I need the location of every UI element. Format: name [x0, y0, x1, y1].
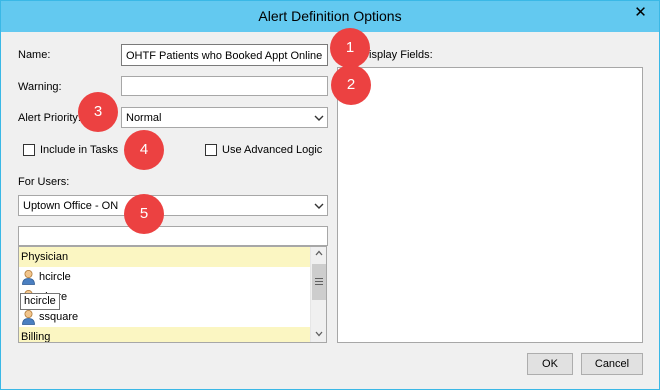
user-icon [22, 310, 35, 325]
user-icon [22, 270, 35, 285]
list-item-label: Physician [21, 251, 69, 263]
list-item-label: ssquare [39, 311, 79, 323]
list-item-label: Billing [21, 331, 51, 343]
name-input[interactable]: OHTF Patients who Booked Appt Online [121, 44, 328, 66]
priority-label: Alert Priority: [18, 112, 81, 124]
for-users-select[interactable]: Uptown Office - ON [18, 195, 328, 216]
list-item-hcircle[interactable]: hcircle [19, 267, 311, 287]
chevron-up-icon[interactable] [315, 250, 323, 256]
title-bar[interactable]: Alert Definition Options ✕ [1, 1, 659, 32]
annotation-marker-3: 3 [78, 92, 118, 132]
chevron-down-icon[interactable] [315, 331, 323, 337]
name-label: Name: [18, 49, 51, 61]
close-icon[interactable]: ✕ [627, 2, 654, 23]
user-search-input[interactable] [18, 226, 328, 246]
scrollbar-thumb[interactable] [312, 264, 326, 300]
list-item-nhere[interactable]: nhere [19, 287, 311, 307]
list-item-ssquare[interactable]: ssquare [19, 307, 311, 327]
use-advanced-logic-checkbox[interactable] [205, 144, 217, 156]
list-group-billing[interactable]: Billing [19, 327, 311, 343]
annotation-marker-1: 1 [330, 28, 370, 68]
annotation-marker-5: 5 [124, 194, 164, 234]
list-scrollbar[interactable] [310, 247, 326, 342]
for-users-select-value: Uptown Office - ON [23, 200, 119, 212]
warning-input[interactable] [121, 76, 328, 96]
annotation-marker-4: 4 [124, 130, 164, 170]
chevron-down-icon [314, 203, 324, 209]
include-in-tasks-checkbox[interactable] [23, 144, 35, 156]
priority-select-value: Normal [126, 112, 162, 124]
window-title: Alert Definition Options [258, 8, 402, 24]
cancel-button[interactable]: Cancel [581, 353, 643, 375]
user-tooltip: hcircle [20, 293, 60, 310]
name-input-value: OHTF Patients who Booked Appt Online [126, 50, 323, 62]
chevron-down-icon [314, 115, 324, 121]
annotation-marker-2: 2 [331, 65, 371, 105]
dialog-window: Alert Definition Options ✕ Name: OHTF Pa… [0, 0, 660, 390]
for-users-label: For Users: [18, 176, 70, 188]
priority-select[interactable]: Normal [121, 107, 328, 128]
ok-button[interactable]: OK [527, 353, 573, 375]
list-group-physician[interactable]: Physician [19, 247, 311, 267]
include-in-tasks-label: Include in Tasks [40, 144, 119, 156]
use-advanced-logic-label: Use Advanced Logic [222, 144, 323, 156]
display-fields-list[interactable] [337, 67, 643, 343]
list-item-label: hcircle [39, 271, 71, 283]
warning-label: Warning: [18, 81, 62, 93]
user-listbox[interactable]: Physician hcircle nhere ssquare Billing [18, 246, 327, 343]
